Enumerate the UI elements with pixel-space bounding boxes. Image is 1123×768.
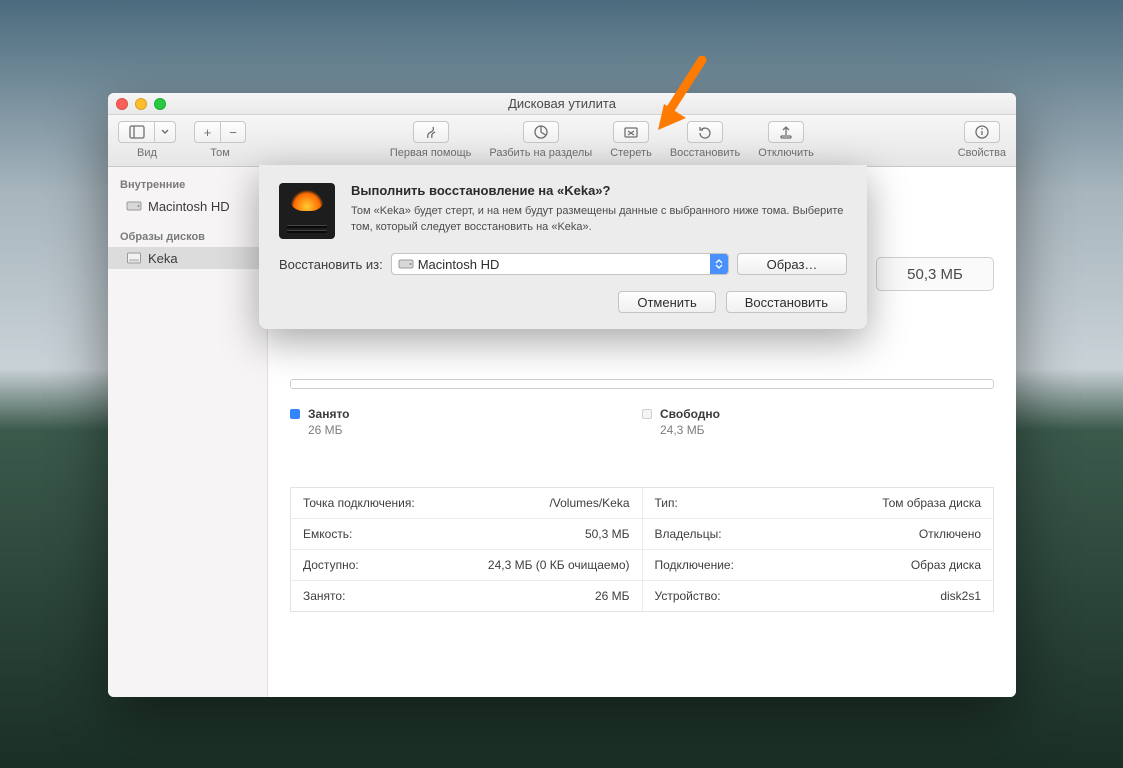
erase-button[interactable] xyxy=(613,121,649,143)
sidebar-item-label: Keka xyxy=(148,251,178,266)
property-row: Владельцы: Отключено xyxy=(643,519,994,550)
sidebar-item-label: Macintosh HD xyxy=(148,199,230,214)
property-key: Занято: xyxy=(303,589,345,603)
hdd-icon xyxy=(398,256,414,272)
restore-from-label: Восстановить из: xyxy=(279,257,383,272)
used-label: Занято xyxy=(308,407,350,421)
partition-button[interactable] xyxy=(523,121,559,143)
stepper-icon xyxy=(710,254,728,274)
property-value: Отключено xyxy=(919,527,981,541)
property-key: Емкость: xyxy=(303,527,352,541)
restore-source-select[interactable]: Macintosh HD xyxy=(391,253,729,275)
property-key: Владельцы: xyxy=(655,527,722,541)
property-row: Емкость: 50,3 МБ xyxy=(291,519,642,550)
restore-dialog: Выполнить восстановление на «Keka»? Том … xyxy=(259,165,867,329)
property-row: Занято: 26 МБ xyxy=(291,581,642,611)
desktop: Дисковая утилита Вид + − Том Перв xyxy=(0,0,1123,768)
property-key: Устройство: xyxy=(655,589,721,603)
dialog-description: Том «Keka» будет стерт, и на нем будут р… xyxy=(351,204,847,236)
free-label: Свободно xyxy=(660,407,720,421)
property-value: 26 МБ xyxy=(595,589,630,603)
toolbar-label: Отключить xyxy=(758,147,814,159)
toolbar-label: Разбить на разделы xyxy=(489,147,592,159)
used-color-icon xyxy=(290,409,300,419)
property-row: Подключение: Образ диска xyxy=(643,550,994,581)
sidebar-header-internal: Внутренние xyxy=(108,175,267,195)
property-value: disk2s1 xyxy=(940,589,981,603)
first-aid-button[interactable] xyxy=(413,121,449,143)
toolbar-label: Стереть xyxy=(610,147,652,159)
used-value: 26 МБ xyxy=(308,423,642,437)
volume-remove-button[interactable]: − xyxy=(220,121,246,143)
close-icon[interactable] xyxy=(116,98,128,110)
drive-large-icon xyxy=(279,183,335,239)
dialog-title: Выполнить восстановление на «Keka»? xyxy=(351,183,847,198)
property-value: Том образа диска xyxy=(882,496,981,510)
property-key: Доступно: xyxy=(303,558,359,572)
cancel-button[interactable]: Отменить xyxy=(618,291,715,313)
toolbar-label: Свойства xyxy=(958,147,1006,159)
view-mode-button[interactable] xyxy=(118,121,154,143)
property-key: Точка подключения: xyxy=(303,496,415,510)
free-value: 24,3 МБ xyxy=(660,423,994,437)
toolbar: Вид + − Том Первая помощь Разбить на раз… xyxy=(108,115,1016,167)
toolbar-label: Вид xyxy=(137,147,157,159)
toolbar-label: Первая помощь xyxy=(390,147,472,159)
unmount-button[interactable] xyxy=(768,121,804,143)
property-key: Подключение: xyxy=(655,558,734,572)
property-key: Тип: xyxy=(655,496,678,510)
titlebar: Дисковая утилита xyxy=(108,93,1016,115)
hdd-icon xyxy=(126,198,142,214)
minimize-icon[interactable] xyxy=(135,98,147,110)
sidebar-item-macintosh-hd[interactable]: Macintosh HD xyxy=(108,195,267,217)
property-value: 50,3 МБ xyxy=(585,527,630,541)
volume-size: 50,3 МБ xyxy=(876,257,994,291)
property-row: Устройство: disk2s1 xyxy=(643,581,994,611)
property-row: Тип: Том образа диска xyxy=(643,488,994,519)
sidebar-header-images: Образы дисков xyxy=(108,227,267,247)
usage-legend: Занято 26 МБ Свободно 24,3 МБ xyxy=(290,407,994,437)
restore-source-value: Macintosh HD xyxy=(418,257,500,272)
zoom-icon[interactable] xyxy=(154,98,166,110)
property-value: 24,3 МБ (0 КБ очищаемо) xyxy=(488,558,630,572)
choose-image-button[interactable]: Образ… xyxy=(737,253,847,275)
disk-image-icon xyxy=(126,250,142,266)
property-value: /Volumes/Keka xyxy=(549,496,629,510)
sidebar-item-keka[interactable]: Keka xyxy=(108,247,267,269)
toolbar-label: Восстановить xyxy=(670,147,740,159)
annotation-arrow xyxy=(652,56,712,141)
free-color-icon xyxy=(642,409,652,419)
toolbar-label: Том xyxy=(210,147,230,159)
view-dropdown-button[interactable] xyxy=(154,121,176,143)
property-value: Образ диска xyxy=(911,558,981,572)
usage-bar xyxy=(290,379,994,389)
volume-add-button[interactable]: + xyxy=(194,121,220,143)
property-row: Точка подключения: /Volumes/Keka xyxy=(291,488,642,519)
info-button[interactable] xyxy=(964,121,1000,143)
properties-table: Точка подключения: /Volumes/Keka Емкость: 5… xyxy=(290,487,994,612)
restore-confirm-button[interactable]: Восстановить xyxy=(726,291,847,313)
window-title: Дисковая утилита xyxy=(508,96,616,111)
sidebar: Внутренние Macintosh HD Образы дисков Ke… xyxy=(108,167,268,697)
property-row: Доступно: 24,3 МБ (0 КБ очищаемо) xyxy=(291,550,642,581)
